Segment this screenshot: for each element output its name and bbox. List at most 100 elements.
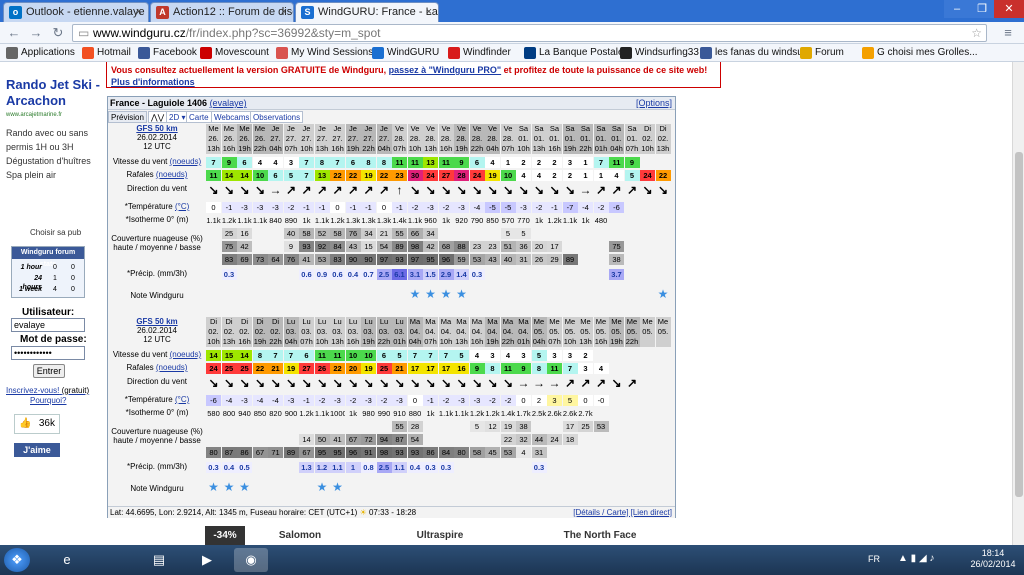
tray-icons[interactable]: ▲ ▮ ◢ ♪ bbox=[898, 553, 934, 564]
ad-title[interactable]: Rando Jet Ski - Arcachon bbox=[6, 77, 102, 109]
cell-gust: 2 bbox=[562, 170, 578, 181]
info-link[interactable]: Plus d'informations bbox=[111, 77, 195, 87]
cell-cloud_h: 21 bbox=[376, 228, 392, 239]
bookmark-applications[interactable]: Applications bbox=[6, 46, 75, 60]
login-button[interactable]: Entrer bbox=[33, 364, 65, 378]
unit-link[interactable]: (noeuds) bbox=[170, 350, 202, 359]
bookmark-hotmail[interactable]: Hotmail bbox=[82, 46, 131, 60]
unit-link[interactable]: (noeuds) bbox=[156, 170, 188, 179]
windsurfing-icon bbox=[620, 47, 632, 59]
bookmark-les-fanas-du-windsurf[interactable]: les fanas du windsurf bbox=[700, 46, 809, 60]
bookmark-facebook[interactable]: Facebook bbox=[138, 46, 197, 60]
windows-start-icon[interactable]: ❖ bbox=[4, 548, 30, 572]
bookmark-star-icon[interactable]: ☆ bbox=[971, 25, 982, 41]
facebook-like-button[interactable]: J'aime bbox=[14, 443, 60, 457]
maximize-icon[interactable]: ❐ bbox=[970, 0, 994, 18]
bookmark-movescount[interactable]: Movescount bbox=[200, 46, 269, 60]
tab-observations[interactable]: Observations bbox=[250, 111, 304, 123]
cell-gust: 9 bbox=[516, 363, 531, 374]
cell-hour: 13h bbox=[578, 337, 593, 347]
ad-tile[interactable]: The North Face bbox=[545, 526, 655, 545]
tab-windguru[interactable]: S WindGURU: France - Lagu × bbox=[295, 2, 439, 22]
cell-hour: 04h bbox=[376, 144, 392, 154]
password-input[interactable]: •••••••••••• bbox=[11, 346, 85, 360]
scrollbar[interactable] bbox=[1012, 62, 1024, 545]
cell-cloud_m: 92 bbox=[314, 241, 330, 252]
cell-precip: 0.4 bbox=[407, 462, 423, 473]
clock-time[interactable]: 18:14 bbox=[968, 548, 1018, 558]
cell-day: Me bbox=[221, 124, 237, 134]
why-link[interactable]: Pourquoi? bbox=[30, 396, 66, 405]
tab-carte[interactable]: Carte bbox=[186, 111, 212, 123]
unit-link[interactable]: (noeuds) bbox=[170, 157, 202, 166]
menu-icon[interactable]: ≡ bbox=[1000, 25, 1016, 41]
clock-date[interactable]: 26/02/2014 bbox=[968, 559, 1018, 569]
tab-prevision[interactable]: Prévision bbox=[108, 111, 147, 123]
scrollbar-thumb[interactable] bbox=[1015, 152, 1023, 497]
cell-dnum: 27. bbox=[345, 134, 361, 144]
chart-icon[interactable]: ⋀⋁ bbox=[148, 111, 168, 123]
language-indicator[interactable]: FR bbox=[868, 554, 880, 564]
bookmark-windfinder[interactable]: Windfinder bbox=[448, 46, 511, 60]
unit-link[interactable]: (°C) bbox=[175, 202, 189, 211]
model-link[interactable]: GFS 50 km bbox=[108, 124, 206, 133]
pro-link[interactable]: passez à "Windguru PRO" bbox=[389, 65, 501, 75]
close-window-icon[interactable]: ✕ bbox=[994, 0, 1024, 18]
forum-stats-title[interactable]: Windguru forum stats bbox=[12, 247, 84, 268]
chrome-icon[interactable]: ◉ bbox=[234, 548, 268, 572]
tab-label: WindGURU: France - Lagu bbox=[318, 6, 439, 18]
bookmark-my-wind-sessions[interactable]: My Wind Sessions bbox=[276, 46, 373, 60]
ad-tile[interactable]: Ultraspire bbox=[355, 526, 525, 545]
username-input[interactable] bbox=[11, 318, 85, 332]
ie-icon[interactable]: e bbox=[50, 548, 84, 572]
cell-cloud_m: 89 bbox=[392, 241, 407, 252]
cell-precip: 0.3 bbox=[531, 462, 547, 473]
register-link[interactable]: Inscrivez-vous! (gratuit) bbox=[6, 386, 89, 395]
unit-link[interactable]: (noeuds) bbox=[156, 363, 188, 372]
cell-cloud_l: 80 bbox=[454, 447, 469, 458]
reload-icon[interactable]: ↻ bbox=[50, 25, 66, 41]
close-icon[interactable]: × bbox=[136, 3, 142, 21]
close-icon[interactable]: × bbox=[426, 3, 432, 21]
bookmark-g-choisi-mes-grolles-[interactable]: G choisi mes Grolles... bbox=[862, 46, 978, 60]
minimize-icon[interactable]: – bbox=[944, 0, 970, 18]
model-link[interactable]: GFS 50 km bbox=[108, 317, 206, 326]
unit-link[interactable]: (°C) bbox=[175, 395, 189, 404]
bookmark-windsurfing33[interactable]: Windsurfing33 bbox=[620, 46, 699, 60]
forward-icon[interactable]: → bbox=[28, 25, 44, 41]
ad-url[interactable]: www.arcajetmarine.fr bbox=[6, 112, 62, 118]
media-icon[interactable]: ▶ bbox=[190, 548, 224, 572]
cell-cloud_h bbox=[593, 228, 609, 239]
wind-arrow-icon: → bbox=[579, 185, 592, 196]
cell-cloud_m: 98 bbox=[407, 241, 423, 252]
ad-choice-link[interactable]: Choisir sa pub bbox=[30, 228, 81, 237]
cell-cloud_m bbox=[578, 241, 593, 252]
cell-hour: 19h bbox=[454, 144, 469, 154]
cell-iso: 940 bbox=[237, 408, 252, 419]
details-link[interactable]: [Détails / Carte] [Lien direct] bbox=[573, 507, 672, 519]
cell-gust: 17 bbox=[438, 363, 454, 374]
wind-arrow-icon: ↘ bbox=[332, 378, 343, 389]
back-icon[interactable]: ← bbox=[6, 25, 22, 41]
explorer-icon[interactable]: ▤ bbox=[142, 548, 176, 572]
cell-hour: 16h bbox=[469, 337, 485, 347]
cell-dir: ↘ bbox=[516, 185, 531, 196]
bookmark-la-banque-postale[interactable]: La Banque Postale bbox=[524, 46, 624, 60]
user-link[interactable]: (evalaye) bbox=[210, 98, 247, 108]
close-icon[interactable]: × bbox=[281, 3, 287, 21]
tab-action12[interactable]: A Action12 :: Forum de disc × bbox=[150, 2, 294, 22]
cell-wind: 7 bbox=[423, 350, 438, 361]
cell-cloud_l: 83 bbox=[330, 254, 345, 265]
bookmark-windguru[interactable]: WindGURU bbox=[372, 46, 439, 60]
tab-webcams[interactable]: Webcams bbox=[211, 111, 253, 123]
cell-dnum: 02. bbox=[221, 327, 237, 337]
options-link[interactable]: [Options] bbox=[636, 97, 672, 110]
tab-outlook[interactable]: o Outlook - etienne.valaye × bbox=[3, 2, 149, 22]
ad-tile[interactable]: -34% bbox=[205, 526, 245, 545]
cell-precip bbox=[283, 462, 299, 473]
ad-text[interactable]: Rando avec ou sans permis 1H ou 3H Dégus… bbox=[6, 126, 102, 182]
cell-dnum: 04. bbox=[516, 327, 531, 337]
address-bar[interactable]: ▭ www.windguru.cz/fr/index.php?sc=36992&… bbox=[72, 24, 987, 42]
ad-tile[interactable]: Salomon bbox=[250, 526, 350, 545]
bookmark-forum[interactable]: Forum bbox=[800, 46, 844, 60]
